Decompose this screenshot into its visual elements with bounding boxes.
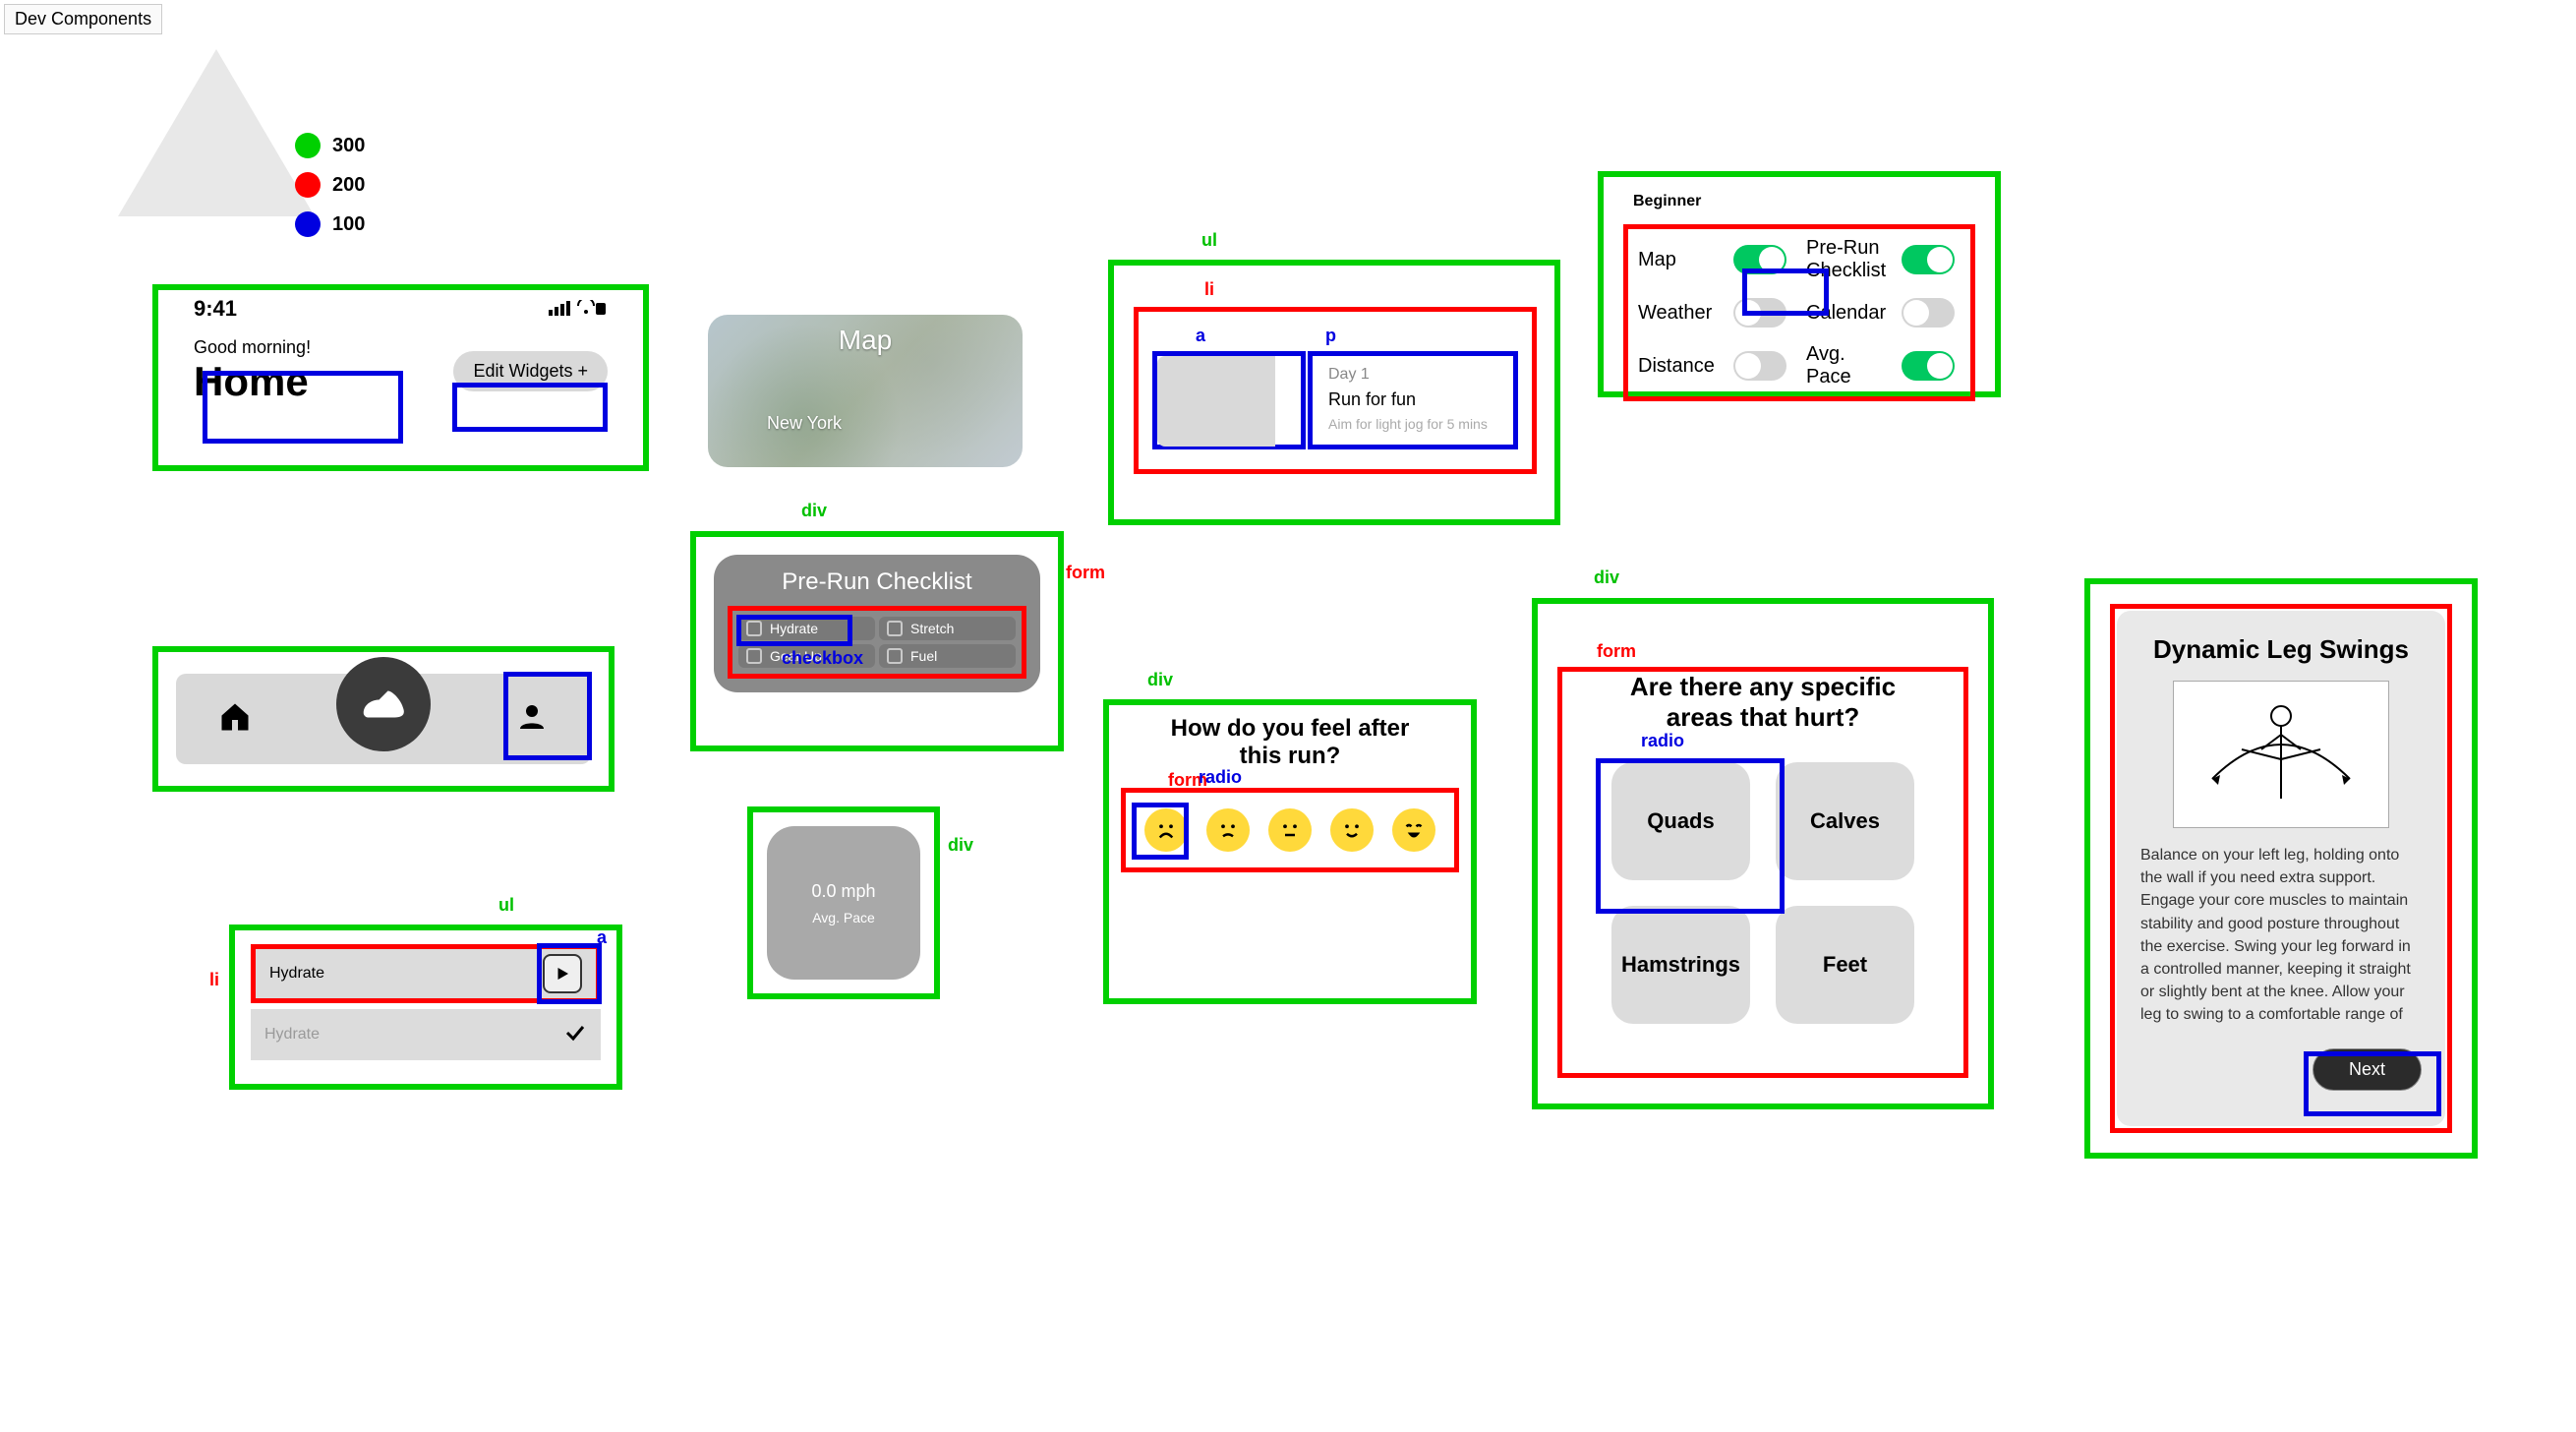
legend-dot-blue xyxy=(295,211,321,237)
toggle-label: Weather xyxy=(1638,302,1720,325)
hydrate-frame: li a Hydrate Hydrate xyxy=(229,925,622,1090)
label-div-hurt: div xyxy=(1594,567,1619,588)
status-icons xyxy=(549,296,608,322)
quads-highlight xyxy=(1596,758,1785,914)
label-a: a xyxy=(1196,326,1205,346)
label-radio-hurt: radio xyxy=(1641,731,1684,751)
training-frame: li a p Day 1 Run for fun Aim for light j… xyxy=(1108,260,1560,525)
feel-frame: How do you feel after this run? form rad… xyxy=(1103,699,1477,1004)
checkbox-icon xyxy=(887,648,903,664)
label-form-check: form xyxy=(1066,563,1105,583)
legend-triangle xyxy=(118,49,315,216)
pace-widget[interactable]: 0.0 mph Avg. Pace xyxy=(767,826,920,980)
toggle-distance[interactable] xyxy=(1733,351,1786,381)
exercise-title: Dynamic Leg Swings xyxy=(2140,634,2422,665)
checkbox-icon xyxy=(887,621,903,636)
label-div-feel: div xyxy=(1147,670,1173,690)
checklist-title: Pre-Run Checklist xyxy=(728,568,1026,596)
beginner-list-frame: MapPre-Run ChecklistWeatherCalendarDista… xyxy=(1623,224,1975,401)
hydrate-li-frame: Hydrate xyxy=(251,944,601,1003)
hydrate-check-highlight xyxy=(736,615,852,646)
label-div-checklist: div xyxy=(801,501,827,521)
label-radio-feel: radio xyxy=(1199,767,1242,788)
pace-frame: 0.0 mph Avg. Pace xyxy=(747,806,940,999)
beginner-frame: Beginner MapPre-Run ChecklistWeatherCale… xyxy=(1598,171,2001,397)
checklist-item-label: Fuel xyxy=(910,648,937,664)
emoji-smile[interactable] xyxy=(1330,808,1374,852)
edit-highlight xyxy=(452,383,608,432)
hurt-question: Are there any specific areas that hurt? xyxy=(1562,672,1963,733)
training-a-frame xyxy=(1152,351,1306,449)
map-widget[interactable]: Map New York xyxy=(708,315,1023,467)
training-day: Day 1 xyxy=(1328,366,1497,384)
label-li: li xyxy=(1204,279,1214,300)
profile-icon-highlight xyxy=(503,672,592,760)
first-emoji-highlight xyxy=(1132,803,1189,860)
training-li-frame: a p Day 1 Run for fun Aim for light jog … xyxy=(1134,307,1537,474)
exercise-inner-frame: Dynamic Leg Swings Bal xyxy=(2110,604,2452,1133)
map-city-label: New York xyxy=(767,413,842,434)
hydrate-done-label: Hydrate xyxy=(264,1026,320,1044)
toggle-label: Map xyxy=(1638,249,1720,271)
toggle-label: Distance xyxy=(1638,355,1720,378)
training-thumbnail[interactable] xyxy=(1157,356,1275,447)
feel-form-frame: radio xyxy=(1121,788,1459,872)
pace-label: Avg. Pace xyxy=(812,910,875,925)
legend-value-red: 200 xyxy=(332,174,365,197)
weather-toggle-highlight xyxy=(1742,268,1829,316)
play-highlight xyxy=(537,943,602,1004)
toggle-avg.-pace[interactable] xyxy=(1902,351,1955,381)
emoji-frown[interactable] xyxy=(1206,808,1250,852)
exercise-description: Balance on your left leg, holding onto t… xyxy=(2140,844,2422,1031)
toggle-label: Avg. Pace xyxy=(1806,343,1888,388)
checklist-item-label: Stretch xyxy=(910,621,954,636)
emoji-meh[interactable] xyxy=(1268,808,1312,852)
check-icon xyxy=(563,1021,587,1049)
checklist-item-stretch[interactable]: Stretch xyxy=(879,617,1016,640)
greeting-text: Good morning! xyxy=(194,337,311,358)
title-highlight xyxy=(203,371,403,444)
label-form-hurt: form xyxy=(1597,641,1636,662)
legend-dot-green xyxy=(295,133,321,158)
exercise-illustration xyxy=(2173,681,2389,828)
feel-question: How do you feel after this run? xyxy=(1109,705,1471,780)
legend-value-blue: 100 xyxy=(332,213,365,236)
emoji-grin[interactable] xyxy=(1392,808,1435,852)
label-li-hydrate: li xyxy=(209,970,219,990)
label-ul: ul xyxy=(1201,230,1217,251)
map-title: Map xyxy=(708,325,1023,356)
checkbox-icon xyxy=(746,648,762,664)
beginner-heading: Beginner xyxy=(1623,193,1975,210)
training-title: Run for fun xyxy=(1328,389,1497,410)
label-p: p xyxy=(1325,326,1336,346)
legend-value-green: 300 xyxy=(332,135,365,157)
hurt-option-calves[interactable]: Calves xyxy=(1776,762,1914,880)
label-div-pace: div xyxy=(948,835,973,856)
label-checkbox: checkbox xyxy=(782,648,863,669)
training-subtitle: Aim for light jog for 5 mins xyxy=(1328,416,1497,432)
checklist-form-frame: HydrateStretchGear UpFuel checkbox xyxy=(728,606,1026,679)
status-time: 9:41 xyxy=(194,296,237,322)
exercise-frame: Dynamic Leg Swings Bal xyxy=(2084,578,2478,1159)
checklist-frame: Pre-Run Checklist form HydrateStretchGea… xyxy=(690,531,1064,751)
label-ul-hydrate: ul xyxy=(498,895,514,916)
training-p-frame: Day 1 Run for fun Aim for light jog for … xyxy=(1308,351,1518,449)
run-shoe-icon[interactable] xyxy=(336,657,431,751)
hurt-form-frame: Are there any specific areas that hurt? … xyxy=(1557,667,1968,1078)
toggle-pre-run-checklist[interactable] xyxy=(1902,245,1955,274)
hurt-option-hamstrings[interactable]: Hamstrings xyxy=(1611,906,1750,1024)
home-icon[interactable] xyxy=(217,699,253,740)
dev-components-button[interactable]: Dev Components xyxy=(4,4,162,34)
legend-dot-red xyxy=(295,172,321,198)
pace-value: 0.0 mph xyxy=(811,881,875,902)
toggle-calendar[interactable] xyxy=(1902,298,1955,328)
next-button-highlight xyxy=(2304,1051,2441,1116)
hydrate-pending-label: Hydrate xyxy=(269,965,324,983)
hurt-frame: form Are there any specific areas that h… xyxy=(1532,598,1994,1109)
checklist-item-fuel[interactable]: Fuel xyxy=(879,644,1016,668)
hurt-option-feet[interactable]: Feet xyxy=(1776,906,1914,1024)
